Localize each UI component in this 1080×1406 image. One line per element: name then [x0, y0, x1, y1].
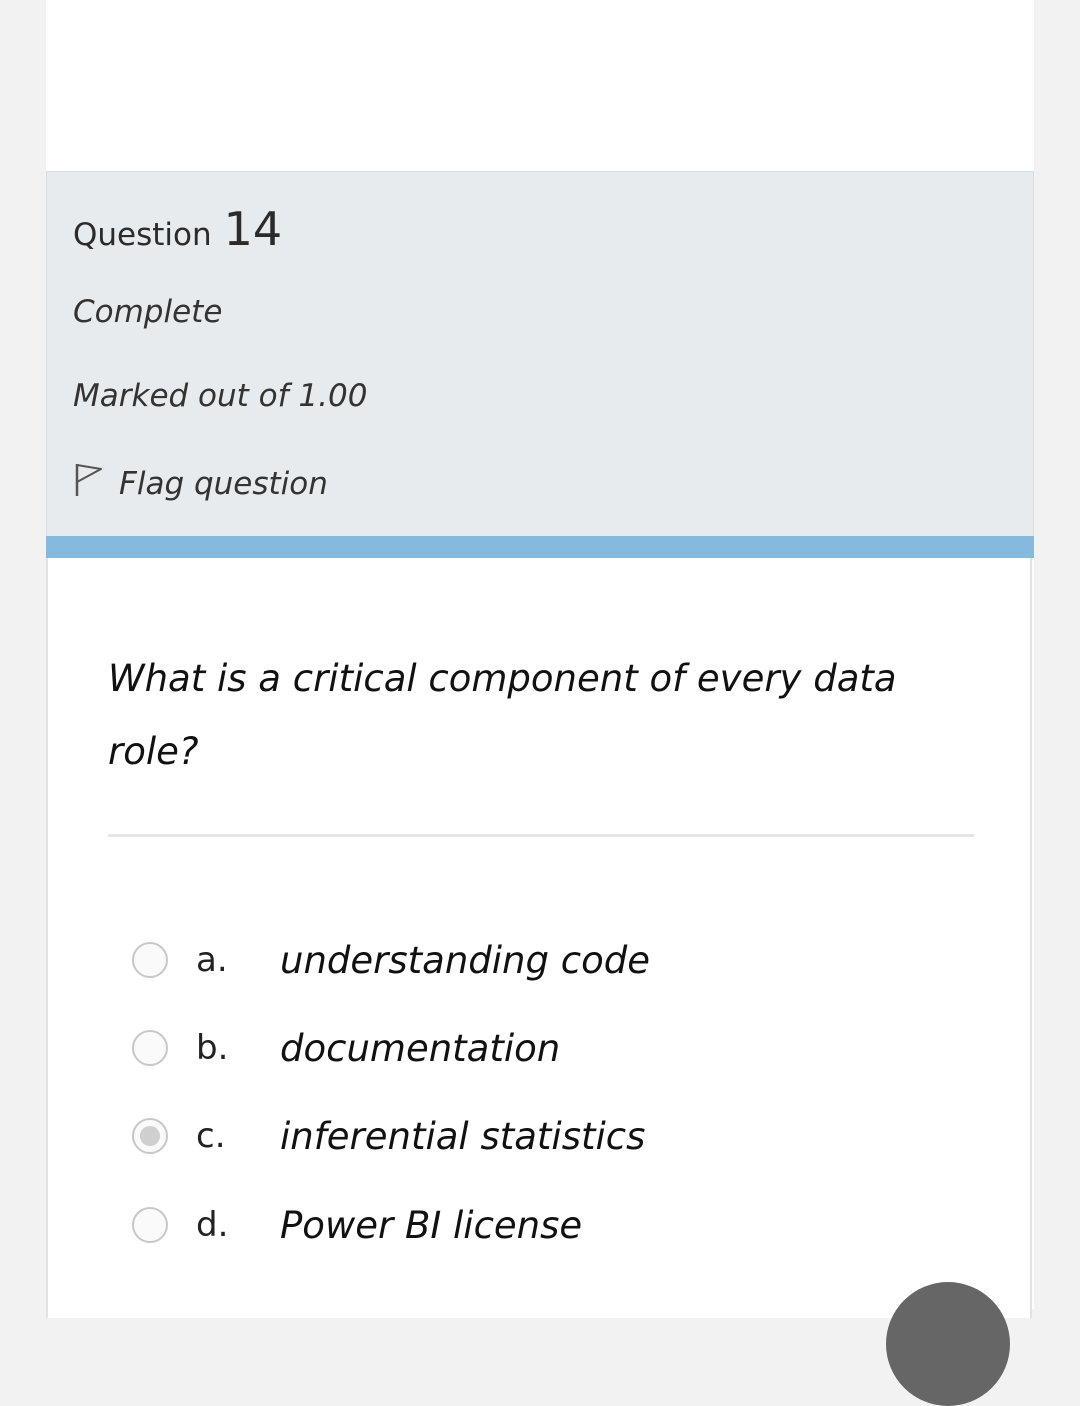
answer-text: Power BI license [280, 1203, 583, 1247]
flag-icon [73, 462, 119, 506]
question-heading-word: Question [73, 217, 212, 253]
question-text: What is a critical component of every da… [108, 657, 897, 773]
question-content-panel: What is a critical component of every da… [46, 558, 1032, 1318]
radio-icon[interactable] [132, 942, 168, 978]
answer-option-b[interactable]: b. documentation [132, 1018, 560, 1078]
answer-letter: d. [196, 1205, 229, 1245]
radio-icon[interactable] [132, 1207, 168, 1243]
radio-icon[interactable] [132, 1030, 168, 1066]
question-number: 14 [223, 202, 283, 256]
question-grade: Marked out of 1.00 [73, 378, 368, 414]
flag-question-label: Flag question [119, 466, 328, 502]
question-heading: Question 14 [73, 202, 282, 256]
answer-text: understanding code [280, 938, 650, 982]
answer-option-d[interactable]: d. Power BI license [132, 1195, 582, 1255]
question-divider [108, 834, 974, 837]
answer-text: inferential statistics [280, 1114, 646, 1158]
question-info-panel: Question 14 Complete Marked out of 1.00 … [46, 171, 1034, 537]
answer-letter: a. [196, 940, 228, 980]
floating-action-button[interactable] [886, 1282, 1010, 1406]
answer-text: documentation [280, 1026, 561, 1070]
question-accent-bar [46, 536, 1034, 558]
answer-letter: c. [196, 1116, 226, 1156]
answer-letter: b. [196, 1028, 229, 1068]
radio-selected-icon[interactable] [132, 1118, 168, 1154]
answer-option-a[interactable]: a. understanding code [132, 930, 650, 990]
flag-question-link[interactable]: Flag question [73, 462, 328, 506]
answer-option-c[interactable]: c. inferential statistics [132, 1106, 645, 1166]
question-state: Complete [73, 294, 223, 330]
